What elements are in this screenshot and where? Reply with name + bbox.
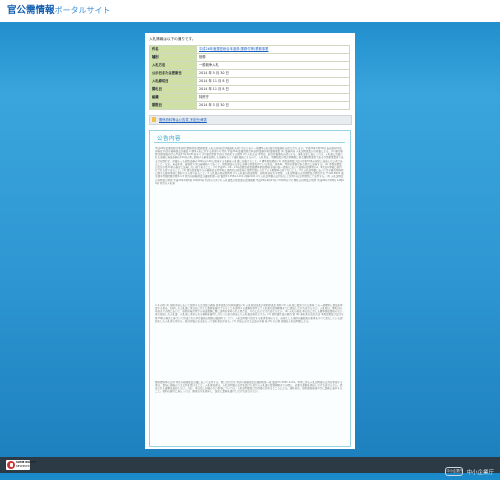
details-label: 入札方法	[149, 61, 197, 70]
announcement-title: 公告内容	[157, 136, 182, 142]
details-label: 組織	[149, 93, 197, 102]
license-line-2: RESERVED	[16, 465, 30, 468]
details-label: 入札締切日	[149, 77, 197, 86]
announcement-paragraph-3: 関係資料等の交付 特許庁総務部会計課において交付する。問い合わせ先 特許庁総務部…	[155, 381, 343, 394]
details-label: 公示日または更新日	[149, 69, 197, 78]
details-value: 平成26年度運営総合本道県(業務付帯)業務事業	[196, 45, 350, 54]
document-icon	[152, 117, 156, 122]
details-row: 公示日または更新日 2014 年 5 月 30 日	[149, 69, 350, 78]
details-value: 2014 年 11 月 8 日	[196, 77, 350, 86]
brand-main: 官公需情報	[7, 5, 55, 16]
details-value: 役務	[196, 53, 350, 62]
details-row: 組織 特許庁	[149, 93, 350, 102]
announcement-panel: 公告内容 平成26年度運営総合本道県(業務付帯)業務事業 入札公告(総合評価落札…	[149, 130, 351, 447]
details-row: 期限日 2014 年 5 月 30 日	[149, 101, 350, 110]
details-label: 期限日	[149, 101, 197, 110]
details-label: 件名	[149, 45, 197, 54]
site-logo[interactable]: 官公需情報ポータルサイト	[7, 4, 111, 17]
top-bar: 官公需情報ポータルサイト	[0, 0, 500, 22]
announcement-paragraph-2: 4 その他 (1) 契約手続において使用する言語及び通貨 日本語及び日本国通貨 …	[155, 304, 344, 323]
details-value: 特許庁	[196, 93, 350, 102]
creative-commons-icon	[7, 461, 15, 469]
attachment-link[interactable]: 関係資料等は公告書_別記仕様書	[159, 116, 207, 124]
details-row: 入札締切日 2014 年 11 月 8 日	[149, 77, 350, 86]
agency-seal-icon: 中小企業庁	[445, 467, 464, 476]
details-table: 件名 平成26年度運営総合本道県(業務付帯)業務事業 種別 役務 入札方法 一般競争入札公…	[149, 45, 350, 110]
agency-name: 中小企業庁	[466, 469, 494, 476]
details-row: 開札日 2014 年 11 月 8 日	[149, 85, 350, 94]
notice-text: 入札情報は以下の通りです。	[149, 37, 196, 41]
details-label: 種別	[149, 53, 197, 62]
details-label: 開札日	[149, 85, 197, 94]
details-row: 件名 平成26年度運営総合本道県(業務付帯)業務事業	[149, 45, 350, 54]
license-badge[interactable]: SOME RIGHTS RESERVED	[6, 460, 36, 470]
announcement-paragraph-1: 平成26年度運営総合本道県(業務付帯)業務事業 入札公告(総合評価落札方式) 次…	[155, 147, 344, 185]
details-value: 2014 年 11 月 8 日	[196, 85, 350, 94]
title-divider	[154, 142, 345, 143]
agency-logo[interactable]: 中小企業庁 中小企業庁	[445, 461, 494, 480]
details-value: 一般競争入札	[196, 61, 350, 70]
details-row: 種別 役務	[149, 53, 350, 62]
details-value: 2014 年 5 月 30 日	[196, 101, 350, 110]
license-line-1: SOME RIGHTS	[16, 461, 37, 465]
brand-sub: ポータルサイト	[54, 6, 111, 15]
details-row: 入札方法 一般競争入札	[149, 61, 350, 70]
content-sheet: 入札情報は以下の通りです。 件名 平成26年度運営総合本道県(業務付帯)業務事業種…	[145, 33, 355, 449]
details-value: 2014 年 5 月 30 日	[196, 69, 350, 78]
footer: SOME RIGHTS RESERVED 中小企業庁 中小企業庁	[0, 457, 500, 476]
title-link[interactable]: 平成26年度運営総合本道県(業務付帯)業務事業	[199, 47, 268, 51]
attachment-row[interactable]: 関係資料等は公告書_別記仕様書	[149, 115, 352, 125]
